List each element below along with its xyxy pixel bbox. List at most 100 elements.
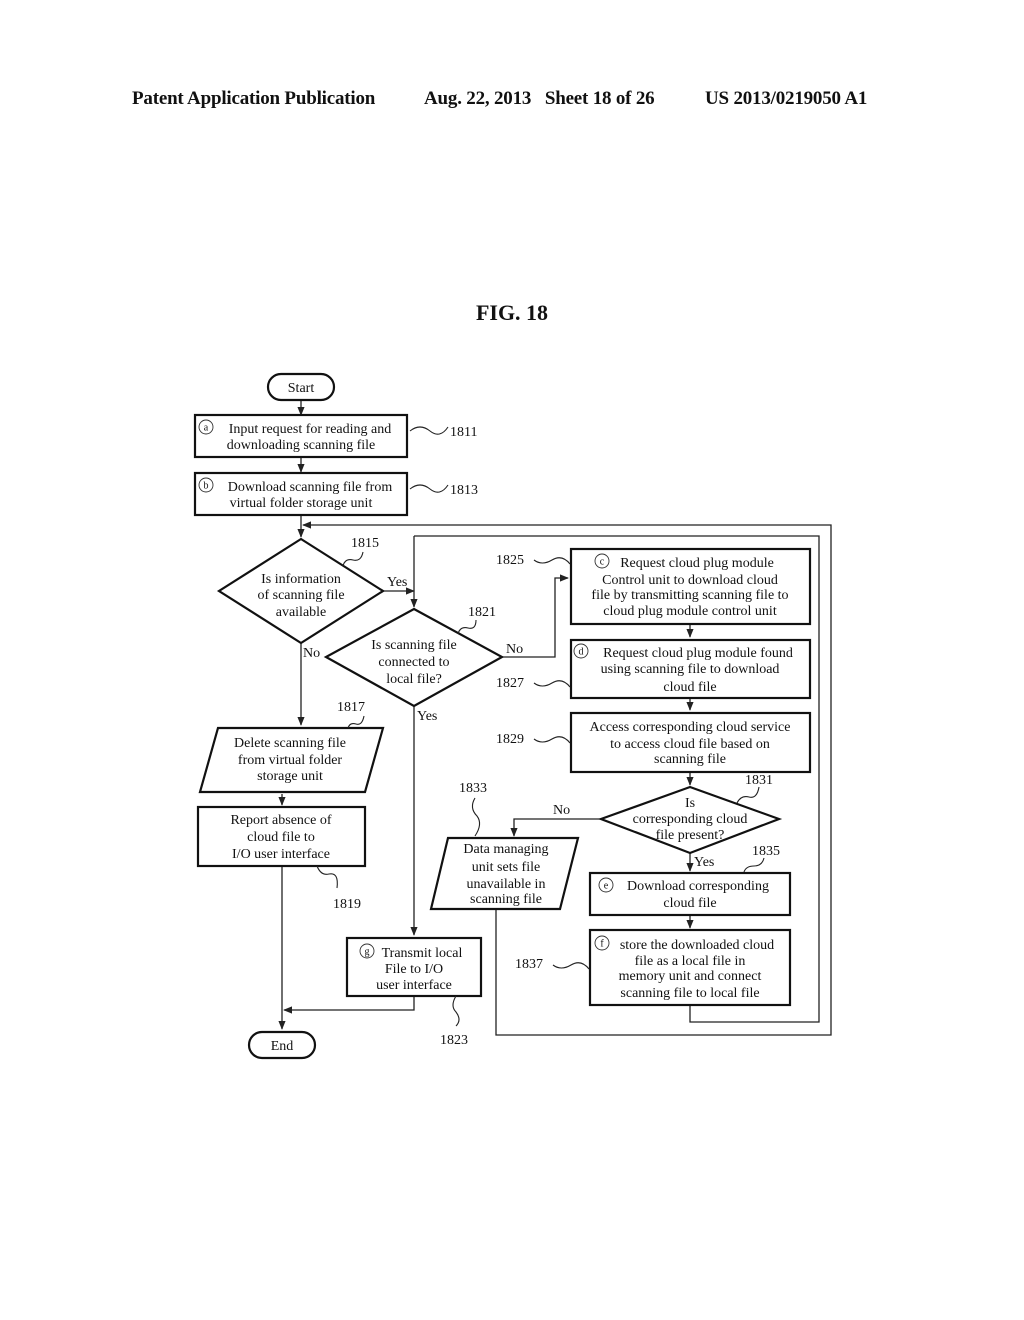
node-1835-line-1: Download corresponding (627, 879, 769, 894)
svg-text:g: g (365, 947, 370, 958)
svg-text:1821: 1821 (468, 605, 496, 620)
node-1827: d Request cloud plug module found using … (569, 638, 812, 700)
ref-1811: 1811 (409, 425, 477, 440)
node-1831-line-1: Is (685, 796, 695, 811)
node-1829-line-1: Access corresponding cloud service (590, 720, 791, 735)
ref-1819: 1819 (316, 865, 361, 912)
svg-text:1829: 1829 (496, 732, 524, 747)
svg-text:1825: 1825 (496, 553, 524, 568)
ref-1833: 1833 (459, 781, 487, 837)
node-1819: Report absence of cloud file to I/O user… (196, 805, 367, 868)
ref-1817: 1817 (337, 700, 365, 729)
flowchart: Start End a Input request for reading an… (193, 372, 832, 1060)
node-1829-line-3: scanning file (654, 752, 726, 767)
start-label: Start (288, 381, 315, 396)
node-1827-line-2: using scanning file to download (601, 662, 780, 677)
node-1819-line-1: Report absence of (230, 813, 331, 828)
node-1823: g Transmit local File to I/O user interf… (345, 936, 483, 998)
svg-text:a: a (204, 423, 209, 434)
end-label: End (271, 1039, 294, 1054)
ref-1837: 1837 (515, 957, 590, 972)
ref-1835: 1835 (743, 844, 780, 873)
node-1837-line-1: store the downloaded cloud (620, 938, 774, 953)
node-1833-line-4: scanning file (470, 892, 542, 907)
edge-label-1821-yes: Yes (417, 709, 437, 724)
svg-text:1823: 1823 (440, 1033, 468, 1048)
svg-text:1833: 1833 (459, 781, 487, 796)
svg-text:d: d (579, 647, 584, 658)
edge-label-1831-no: No (553, 803, 570, 818)
svg-text:1835: 1835 (752, 844, 780, 859)
node-1821-line-3: local file? (386, 672, 442, 687)
edge-1831-no (510, 818, 601, 837)
node-1833-line-2: unit sets file (472, 860, 540, 875)
node-1825-line-1: Request cloud plug module (620, 556, 774, 571)
node-1837: f store the downloaded cloud file as a l… (588, 928, 792, 1007)
node-1837-line-4: scanning file to local file (620, 986, 759, 1001)
ref-1813: 1813 (409, 483, 478, 498)
node-1821-line-2: connected to (378, 655, 449, 670)
node-1835-line-2: cloud file (663, 896, 716, 911)
svg-text:1815: 1815 (351, 536, 379, 551)
node-1833-line-1: Data managing (463, 842, 548, 857)
node-1817-line-2: from virtual folder (238, 753, 343, 768)
start-terminal: Start (266, 372, 336, 402)
ref-1821: 1821 (457, 605, 496, 635)
node-1835: e Download corresponding cloud file (588, 871, 792, 917)
svg-text:1811: 1811 (450, 425, 477, 440)
svg-text:1827: 1827 (496, 676, 524, 691)
edge-label-1815-no: No (303, 646, 320, 661)
node-1817-line-1: Delete scanning file (234, 736, 346, 751)
node-1821-line-1: Is scanning file (371, 638, 457, 653)
node-1817-line-3: storage unit (257, 769, 323, 784)
end-terminal: End (247, 1030, 317, 1060)
node-1815-line-2: of scanning file (257, 588, 344, 603)
ref-1829: 1829 (496, 732, 571, 747)
node-1823-line-1: Transmit local (382, 946, 463, 961)
node-1831-line-3: file present? (656, 828, 725, 843)
node-1819-line-3: I/O user interface (232, 847, 330, 862)
node-1837-line-3: memory unit and connect (619, 969, 762, 984)
node-1811-line-1: Input request for reading and (229, 422, 392, 437)
svg-text:1813: 1813 (450, 483, 478, 498)
svg-text:1817: 1817 (337, 700, 365, 715)
edge-1823-end (283, 996, 415, 1014)
svg-text:1837: 1837 (515, 957, 543, 972)
node-1837-line-2: file as a local file in (635, 954, 746, 969)
ref-1825: 1825 (496, 553, 571, 568)
ref-1823: 1823 (440, 995, 468, 1048)
node-1829: Access corresponding cloud service to ac… (569, 711, 812, 774)
node-1831-line-2: corresponding cloud (633, 812, 748, 827)
node-1833-line-3: unavailable in (467, 877, 546, 892)
svg-text:c: c (600, 557, 605, 568)
node-1823-line-3: user interface (376, 978, 452, 993)
svg-text:b: b (204, 481, 209, 492)
svg-text:1831: 1831 (745, 773, 773, 788)
node-1811: a Input request for reading and download… (193, 413, 409, 459)
node-1833-io: Data managing unit sets file unavailable… (429, 836, 580, 911)
svg-text:e: e (604, 881, 609, 892)
edge-label-1821-no: No (506, 642, 523, 657)
node-1827-line-1: Request cloud plug module found (603, 646, 793, 661)
node-1829-line-2: to access cloud file based on (610, 737, 770, 752)
node-1811-line-2: downloading scanning file (227, 438, 376, 453)
ref-1831: 1831 (736, 773, 773, 804)
node-1825-line-4: cloud plug module control unit (603, 604, 777, 619)
node-1827-line-3: cloud file (663, 680, 716, 695)
node-1813: b Download scanning file from virtual fo… (193, 471, 409, 517)
ref-1827: 1827 (496, 676, 571, 691)
node-1825-line-3: file by transmitting scanning file to (591, 588, 788, 603)
node-1819-line-2: cloud file to (247, 830, 315, 845)
edge-label-1815-yes: Yes (387, 575, 407, 590)
node-1825-line-2: Control unit to download cloud (602, 573, 778, 588)
node-1815-line-3: available (276, 605, 327, 620)
node-1823-line-2: File to I/O (385, 962, 443, 977)
svg-text:1819: 1819 (333, 897, 361, 912)
edge-label-1831-yes: Yes (694, 855, 714, 870)
node-1817-io: Delete scanning file from virtual folder… (198, 726, 385, 794)
node-1825: c Request cloud plug module Control unit… (569, 547, 812, 626)
node-1815-line-1: Is information (261, 572, 341, 587)
node-1813-line-1: Download scanning file from (228, 480, 393, 495)
node-1813-line-2: virtual folder storage unit (230, 496, 373, 511)
node-1815-decision: Is information of scanning file availabl… (216, 537, 386, 645)
